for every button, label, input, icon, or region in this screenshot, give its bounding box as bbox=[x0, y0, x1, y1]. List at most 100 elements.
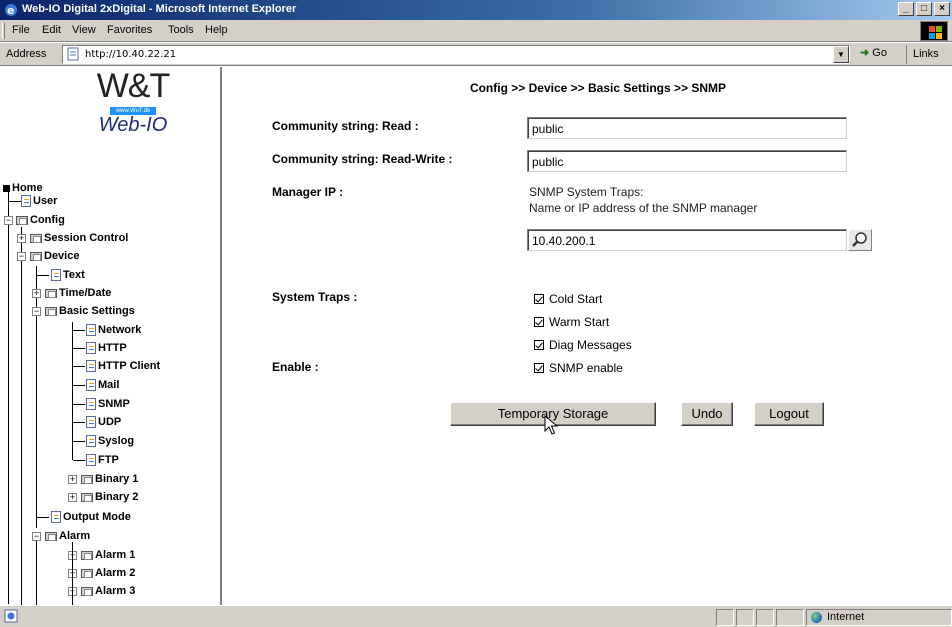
tree-line bbox=[73, 441, 85, 442]
tree-line bbox=[8, 192, 9, 604]
cold-start-checkbox[interactable]: Cold Start bbox=[534, 292, 602, 306]
expand-toggle[interactable]: + bbox=[17, 234, 26, 243]
tree-item-device[interactable]: Device bbox=[30, 249, 79, 263]
collapse-toggle[interactable]: − bbox=[4, 216, 13, 225]
tree-item-udp[interactable]: UDP bbox=[86, 415, 121, 429]
tree-line bbox=[36, 539, 37, 605]
warm-start-checkbox[interactable]: Warm Start bbox=[534, 315, 609, 329]
status-pane bbox=[756, 609, 774, 626]
folder-icon bbox=[16, 215, 28, 225]
folder-icon bbox=[81, 550, 93, 560]
page-icon bbox=[51, 269, 61, 282]
tree-item-binary-1[interactable]: Binary 1 bbox=[81, 472, 138, 486]
menu-favorites[interactable]: Favorites bbox=[107, 24, 152, 36]
diag-messages-checkbox[interactable]: Diag Messages bbox=[534, 338, 632, 352]
menu-view[interactable]: View bbox=[72, 24, 96, 36]
tree-label: HTTP Client bbox=[98, 360, 161, 372]
menu-tools[interactable]: Tools bbox=[168, 24, 194, 36]
checkbox-checked-icon bbox=[534, 363, 544, 373]
page-icon bbox=[21, 195, 31, 208]
tree-item-http-client[interactable]: HTTP Client bbox=[86, 359, 160, 373]
snmp-enable-checkbox[interactable]: SNMP enable bbox=[534, 361, 623, 375]
content-area: W&T www.WuT.de Web-IO Home User − Config bbox=[0, 67, 952, 605]
go-button[interactable]: ➜ Go bbox=[860, 46, 887, 59]
undo-button[interactable]: Undo bbox=[681, 402, 733, 426]
page-icon bbox=[86, 379, 96, 392]
tree-label: SNMP bbox=[98, 398, 130, 410]
folder-icon bbox=[45, 531, 57, 541]
tree-item-snmp[interactable]: SNMP bbox=[86, 397, 130, 411]
manager-hint-line2: Name or IP address of the SNMP manager bbox=[529, 201, 758, 215]
minimize-button[interactable]: _ bbox=[898, 2, 914, 16]
globe-icon bbox=[811, 612, 822, 623]
tree-item-session-control[interactable]: Session Control bbox=[30, 231, 128, 245]
folder-icon bbox=[45, 288, 57, 298]
links-button[interactable]: Links bbox=[906, 45, 939, 64]
tree-line bbox=[72, 542, 73, 605]
tree-label: Output Mode bbox=[63, 511, 131, 523]
go-arrow-icon: ➜ bbox=[860, 47, 870, 59]
menu-bar: File Edit View Favorites Tools Help bbox=[0, 20, 952, 42]
tree-line bbox=[37, 275, 49, 276]
collapse-toggle[interactable]: − bbox=[32, 532, 41, 541]
tree-item-network[interactable]: Network bbox=[86, 323, 141, 337]
tree-item-time-date[interactable]: Time/Date bbox=[45, 286, 111, 300]
tree-line bbox=[73, 366, 85, 367]
tree-item-basic-settings[interactable]: Basic Settings bbox=[45, 304, 135, 318]
menu-edit[interactable]: Edit bbox=[42, 24, 61, 36]
tree-item-syslog[interactable]: Syslog bbox=[86, 434, 134, 448]
checkbox-label: Cold Start bbox=[549, 292, 603, 306]
page-icon bbox=[86, 398, 96, 411]
tree-label: Session Control bbox=[44, 232, 129, 244]
close-button[interactable]: × bbox=[934, 2, 950, 16]
expand-toggle[interactable]: + bbox=[68, 493, 77, 502]
menu-help[interactable]: Help bbox=[205, 24, 228, 36]
manager-hint-line1: SNMP System Traps: bbox=[529, 185, 644, 199]
address-input[interactable]: http://10.40.22.21 ▼ bbox=[62, 45, 850, 64]
home-square-icon bbox=[3, 184, 10, 192]
community-read-input[interactable]: public bbox=[527, 117, 847, 139]
tree-item-user[interactable]: User bbox=[21, 194, 57, 208]
expand-toggle[interactable]: + bbox=[68, 475, 77, 484]
logout-button[interactable]: Logout bbox=[754, 402, 824, 426]
collapse-toggle[interactable]: − bbox=[32, 307, 41, 316]
system-traps-label: System Traps : bbox=[272, 290, 358, 304]
manager-ip-input[interactable]: 10.40.200.1 bbox=[527, 229, 847, 251]
tree-line bbox=[73, 330, 85, 331]
tree-item-mail[interactable]: Mail bbox=[86, 378, 119, 392]
expand-toggle[interactable]: + bbox=[32, 289, 41, 298]
tree-item-alarm-2[interactable]: Alarm 2 bbox=[81, 566, 135, 580]
tree-line bbox=[73, 422, 85, 423]
collapse-toggle[interactable]: − bbox=[17, 252, 26, 261]
tree-item-home[interactable]: Home bbox=[3, 181, 43, 195]
tree-line bbox=[73, 460, 85, 461]
menu-file[interactable]: File bbox=[12, 24, 30, 36]
tree-item-ftp[interactable]: FTP bbox=[86, 453, 119, 467]
maximize-button[interactable]: □ bbox=[916, 2, 932, 16]
folder-icon bbox=[30, 251, 42, 261]
tree-item-config[interactable]: Config bbox=[16, 213, 65, 227]
tree-item-text[interactable]: Text bbox=[51, 268, 85, 282]
tree-item-binary-2[interactable]: Binary 2 bbox=[81, 490, 138, 504]
tree-label: Syslog bbox=[98, 435, 135, 447]
tree-item-alarm-3[interactable]: Alarm 3 bbox=[81, 584, 135, 598]
address-dropdown-button[interactable]: ▼ bbox=[833, 46, 849, 63]
search-manager-button[interactable] bbox=[848, 229, 872, 251]
title-bar: e Web-IO Digital 2xDigital - Microsoft I… bbox=[0, 0, 952, 20]
navigation-tree: Home User − Config + Session Control − D… bbox=[0, 67, 220, 605]
checkbox-checked-icon bbox=[534, 294, 544, 304]
magnifier-icon bbox=[852, 232, 867, 247]
tree-line bbox=[73, 348, 85, 349]
tree-line bbox=[73, 385, 85, 386]
tree-item-alarm-1[interactable]: Alarm 1 bbox=[81, 548, 135, 562]
tree-label: User bbox=[33, 195, 58, 207]
tree-line bbox=[73, 404, 85, 405]
tree-item-output-mode[interactable]: Output Mode bbox=[51, 510, 131, 524]
tree-label: Alarm 2 bbox=[95, 567, 136, 579]
toolbar-grip[interactable] bbox=[2, 23, 5, 39]
tree-item-alarm[interactable]: Alarm bbox=[45, 529, 90, 543]
community-rw-input[interactable]: public bbox=[527, 150, 847, 172]
tree-item-http[interactable]: HTTP bbox=[86, 341, 127, 355]
tree-label: UDP bbox=[98, 416, 122, 428]
folder-icon bbox=[81, 568, 93, 578]
